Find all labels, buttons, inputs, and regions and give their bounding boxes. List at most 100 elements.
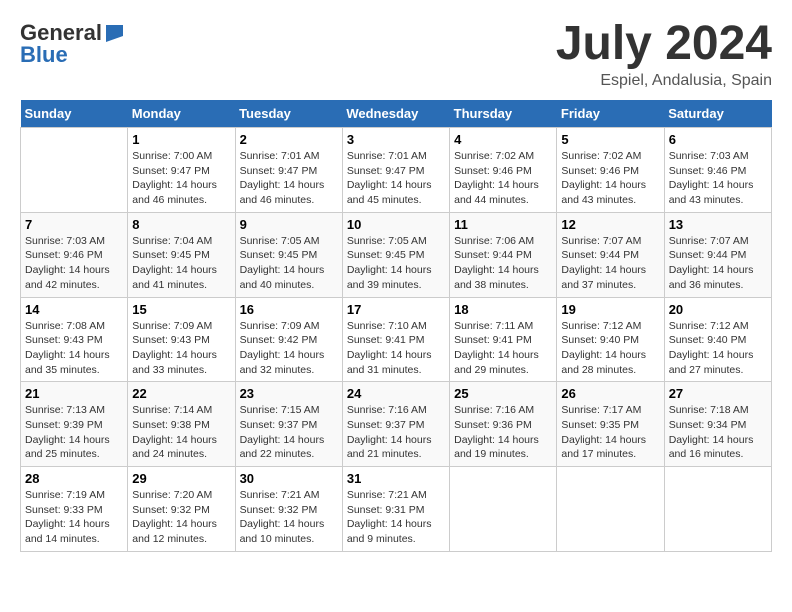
calendar-cell: 26 Sunrise: 7:17 AMSunset: 9:35 PMDayligh…: [557, 382, 664, 467]
calendar-cell: 22 Sunrise: 7:14 AMSunset: 9:38 PMDayligh…: [128, 382, 235, 467]
day-info: Sunrise: 7:07 AMSunset: 9:44 PMDaylight:…: [561, 234, 659, 293]
day-number: 27: [669, 386, 767, 401]
calendar-cell: 8 Sunrise: 7:04 AMSunset: 9:45 PMDaylight…: [128, 212, 235, 297]
day-info: Sunrise: 7:07 AMSunset: 9:44 PMDaylight:…: [669, 234, 767, 293]
day-number: 21: [25, 386, 123, 401]
logo-flag-icon: [103, 22, 125, 44]
day-info: Sunrise: 7:20 AMSunset: 9:32 PMDaylight:…: [132, 488, 230, 547]
calendar-cell: 19 Sunrise: 7:12 AMSunset: 9:40 PMDayligh…: [557, 297, 664, 382]
calendar-day-header: Monday: [128, 100, 235, 128]
calendar-cell: 23Sunrise: 7:15 AMSunset: 9:37 PMDayligh…: [235, 382, 342, 467]
calendar-week-row: 28 Sunrise: 7:19 AMSunset: 9:33 PMDayligh…: [21, 467, 772, 552]
day-number: 1: [132, 132, 230, 147]
day-number: 17: [347, 302, 445, 317]
calendar-cell: 15Sunrise: 7:09 AMSunset: 9:43 PMDayligh…: [128, 297, 235, 382]
calendar-cell: [21, 128, 128, 213]
calendar-day-header: Thursday: [450, 100, 557, 128]
day-number: 2: [240, 132, 338, 147]
calendar-body: 1 Sunrise: 7:00 AMSunset: 9:47 PMDaylight…: [21, 128, 772, 552]
day-info: Sunrise: 7:00 AMSunset: 9:47 PMDaylight:…: [132, 149, 230, 208]
calendar-table: SundayMondayTuesdayWednesdayThursdayFrid…: [20, 100, 772, 552]
day-info: Sunrise: 7:19 AMSunset: 9:33 PMDaylight:…: [25, 488, 123, 547]
calendar-cell: 5 Sunrise: 7:02 AMSunset: 9:46 PMDaylight…: [557, 128, 664, 213]
calendar-cell: 12 Sunrise: 7:07 AMSunset: 9:44 PMDayligh…: [557, 212, 664, 297]
calendar-cell: 18 Sunrise: 7:11 AMSunset: 9:41 PMDayligh…: [450, 297, 557, 382]
day-info: Sunrise: 7:01 AMSunset: 9:47 PMDaylight:…: [347, 149, 445, 208]
calendar-day-header: Tuesday: [235, 100, 342, 128]
calendar-cell: 7Sunrise: 7:03 AMSunset: 9:46 PMDaylight…: [21, 212, 128, 297]
day-number: 5: [561, 132, 659, 147]
day-number: 13: [669, 217, 767, 232]
day-info: Sunrise: 7:18 AMSunset: 9:34 PMDaylight:…: [669, 403, 767, 462]
day-number: 12: [561, 217, 659, 232]
day-number: 31: [347, 471, 445, 486]
day-info: Sunrise: 7:05 AMSunset: 9:45 PMDaylight:…: [347, 234, 445, 293]
calendar-cell: 20Sunrise: 7:12 AMSunset: 9:40 PMDayligh…: [664, 297, 771, 382]
location: Espiel, Andalusia, Spain: [556, 72, 772, 90]
calendar-cell: 2Sunrise: 7:01 AMSunset: 9:47 PMDaylight…: [235, 128, 342, 213]
calendar-cell: 16 Sunrise: 7:09 AMSunset: 9:42 PMDayligh…: [235, 297, 342, 382]
day-number: 14: [25, 302, 123, 317]
day-info: Sunrise: 7:12 AMSunset: 9:40 PMDaylight:…: [561, 319, 659, 378]
calendar-cell: 1 Sunrise: 7:00 AMSunset: 9:47 PMDaylight…: [128, 128, 235, 213]
calendar-cell: 11Sunrise: 7:06 AMSunset: 9:44 PMDayligh…: [450, 212, 557, 297]
day-number: 10: [347, 217, 445, 232]
day-info: Sunrise: 7:03 AMSunset: 9:46 PMDaylight:…: [669, 149, 767, 208]
day-info: Sunrise: 7:08 AMSunset: 9:43 PMDaylight:…: [25, 319, 123, 378]
calendar-week-row: 7Sunrise: 7:03 AMSunset: 9:46 PMDaylight…: [21, 212, 772, 297]
calendar-day-header: Sunday: [21, 100, 128, 128]
calendar-cell: 21 Sunrise: 7:13 AMSunset: 9:39 PMDayligh…: [21, 382, 128, 467]
calendar-cell: 17Sunrise: 7:10 AMSunset: 9:41 PMDayligh…: [342, 297, 449, 382]
day-number: 7: [25, 217, 123, 232]
day-info: Sunrise: 7:02 AMSunset: 9:46 PMDaylight:…: [561, 149, 659, 208]
logo: General Blue: [20, 20, 126, 68]
calendar-cell: 27 Sunrise: 7:18 AMSunset: 9:34 PMDayligh…: [664, 382, 771, 467]
calendar-week-row: 1 Sunrise: 7:00 AMSunset: 9:47 PMDaylight…: [21, 128, 772, 213]
calendar-header-row: SundayMondayTuesdayWednesdayThursdayFrid…: [21, 100, 772, 128]
calendar-cell: 3 Sunrise: 7:01 AMSunset: 9:47 PMDaylight…: [342, 128, 449, 213]
day-number: 20: [669, 302, 767, 317]
day-info: Sunrise: 7:05 AMSunset: 9:45 PMDaylight:…: [240, 234, 338, 293]
day-number: 29: [132, 471, 230, 486]
calendar-cell: 10 Sunrise: 7:05 AMSunset: 9:45 PMDayligh…: [342, 212, 449, 297]
day-number: 3: [347, 132, 445, 147]
calendar-cell: [557, 467, 664, 552]
day-number: 18: [454, 302, 552, 317]
day-number: 28: [25, 471, 123, 486]
day-number: 8: [132, 217, 230, 232]
day-info: Sunrise: 7:14 AMSunset: 9:38 PMDaylight:…: [132, 403, 230, 462]
calendar-cell: 30Sunrise: 7:21 AMSunset: 9:32 PMDayligh…: [235, 467, 342, 552]
calendar-day-header: Friday: [557, 100, 664, 128]
day-number: 16: [240, 302, 338, 317]
day-info: Sunrise: 7:16 AMSunset: 9:36 PMDaylight:…: [454, 403, 552, 462]
page-header: General Blue July 2024 Espiel, Andalusia…: [20, 20, 772, 90]
day-number: 9: [240, 217, 338, 232]
day-info: Sunrise: 7:02 AMSunset: 9:46 PMDaylight:…: [454, 149, 552, 208]
calendar-day-header: Wednesday: [342, 100, 449, 128]
title-block: July 2024 Espiel, Andalusia, Spain: [556, 20, 772, 90]
day-info: Sunrise: 7:17 AMSunset: 9:35 PMDaylight:…: [561, 403, 659, 462]
day-number: 22: [132, 386, 230, 401]
day-info: Sunrise: 7:04 AMSunset: 9:45 PMDaylight:…: [132, 234, 230, 293]
calendar-week-row: 21 Sunrise: 7:13 AMSunset: 9:39 PMDayligh…: [21, 382, 772, 467]
day-info: Sunrise: 7:15 AMSunset: 9:37 PMDaylight:…: [240, 403, 338, 462]
calendar-cell: 9 Sunrise: 7:05 AMSunset: 9:45 PMDaylight…: [235, 212, 342, 297]
calendar-cell: 6Sunrise: 7:03 AMSunset: 9:46 PMDaylight…: [664, 128, 771, 213]
month-title: July 2024: [556, 20, 772, 68]
day-number: 25: [454, 386, 552, 401]
day-number: 26: [561, 386, 659, 401]
calendar-cell: 13 Sunrise: 7:07 AMSunset: 9:44 PMDayligh…: [664, 212, 771, 297]
day-info: Sunrise: 7:09 AMSunset: 9:42 PMDaylight:…: [240, 319, 338, 378]
day-info: Sunrise: 7:11 AMSunset: 9:41 PMDaylight:…: [454, 319, 552, 378]
calendar-cell: 24Sunrise: 7:16 AMSunset: 9:37 PMDayligh…: [342, 382, 449, 467]
day-number: 19: [561, 302, 659, 317]
day-info: Sunrise: 7:13 AMSunset: 9:39 PMDaylight:…: [25, 403, 123, 462]
calendar-cell: 29 Sunrise: 7:20 AMSunset: 9:32 PMDayligh…: [128, 467, 235, 552]
calendar-cell: 28 Sunrise: 7:19 AMSunset: 9:33 PMDayligh…: [21, 467, 128, 552]
day-number: 11: [454, 217, 552, 232]
day-number: 30: [240, 471, 338, 486]
calendar-cell: 25 Sunrise: 7:16 AMSunset: 9:36 PMDayligh…: [450, 382, 557, 467]
calendar-cell: 4Sunrise: 7:02 AMSunset: 9:46 PMDaylight…: [450, 128, 557, 213]
calendar-cell: [450, 467, 557, 552]
day-number: 24: [347, 386, 445, 401]
